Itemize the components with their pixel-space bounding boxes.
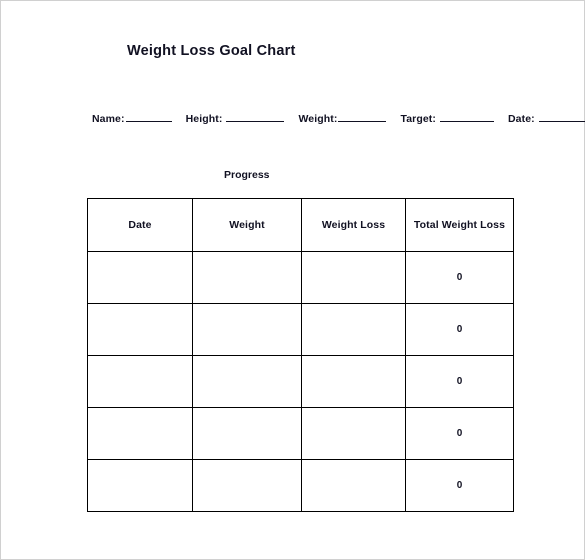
cell-weight[interactable] bbox=[192, 459, 302, 512]
cell-total-weight-loss[interactable]: 0 bbox=[405, 251, 514, 304]
cell-total-weight-loss[interactable]: 0 bbox=[405, 303, 514, 356]
field-name-label: Name: bbox=[92, 113, 125, 125]
field-height: Height: bbox=[186, 110, 285, 125]
field-target: Target: bbox=[400, 110, 494, 125]
cell-date[interactable] bbox=[87, 407, 193, 460]
cell-weight[interactable] bbox=[192, 355, 302, 408]
table-row: 0 bbox=[87, 251, 514, 304]
field-date-label: Date: bbox=[508, 113, 535, 125]
field-date-input[interactable] bbox=[538, 110, 585, 122]
field-weight-label: Weight: bbox=[298, 113, 338, 125]
column-header-weight: Weight bbox=[192, 198, 302, 252]
cell-date[interactable] bbox=[87, 303, 193, 356]
field-weight-input[interactable] bbox=[338, 110, 387, 122]
cell-date[interactable] bbox=[87, 459, 193, 512]
table-header-row: Date Weight Weight Loss Total Weight Los… bbox=[87, 198, 514, 252]
page-title: Weight Loss Goal Chart bbox=[127, 43, 296, 59]
column-header-weight-loss: Weight Loss bbox=[301, 198, 406, 252]
table-row: 0 bbox=[87, 459, 514, 512]
cell-weight-loss[interactable] bbox=[301, 355, 406, 408]
cell-weight[interactable] bbox=[192, 251, 302, 304]
table-row: 0 bbox=[87, 355, 514, 408]
cell-weight-loss[interactable] bbox=[301, 303, 406, 356]
cell-total-weight-loss[interactable]: 0 bbox=[405, 459, 514, 512]
cell-date[interactable] bbox=[87, 355, 193, 408]
table-header: Date Weight Weight Loss Total Weight Los… bbox=[87, 198, 514, 252]
cell-weight[interactable] bbox=[192, 303, 302, 356]
cell-total-weight-loss[interactable]: 0 bbox=[405, 407, 514, 460]
column-header-date: Date bbox=[87, 198, 193, 252]
field-weight: Weight: bbox=[298, 110, 387, 125]
cell-weight-loss[interactable] bbox=[301, 251, 406, 304]
table-row: 0 bbox=[87, 407, 514, 460]
cell-weight-loss[interactable] bbox=[301, 459, 406, 512]
column-header-total-weight-loss: Total Weight Loss bbox=[405, 198, 514, 252]
field-target-label: Target: bbox=[400, 113, 436, 125]
field-date: Date: bbox=[508, 110, 585, 125]
cell-weight[interactable] bbox=[192, 407, 302, 460]
field-name-input[interactable] bbox=[125, 110, 172, 122]
cell-date[interactable] bbox=[87, 251, 193, 304]
progress-section-caption: Progress bbox=[224, 169, 270, 181]
progress-table: Date Weight Weight Loss Total Weight Los… bbox=[87, 198, 514, 512]
document-page: Weight Loss Goal Chart Name: Height: Weigh… bbox=[0, 0, 585, 560]
table-body: 0 0 0 0 0 bbox=[87, 251, 514, 512]
table-row: 0 bbox=[87, 303, 514, 356]
field-target-input[interactable] bbox=[440, 110, 494, 122]
cell-total-weight-loss[interactable]: 0 bbox=[405, 355, 514, 408]
cell-weight-loss[interactable] bbox=[301, 407, 406, 460]
field-height-label: Height: bbox=[185, 113, 223, 125]
field-height-input[interactable] bbox=[226, 110, 285, 122]
field-name: Name: bbox=[92, 110, 172, 125]
form-field-line: Name: Height: Weight: Target: Date: bbox=[92, 110, 585, 125]
